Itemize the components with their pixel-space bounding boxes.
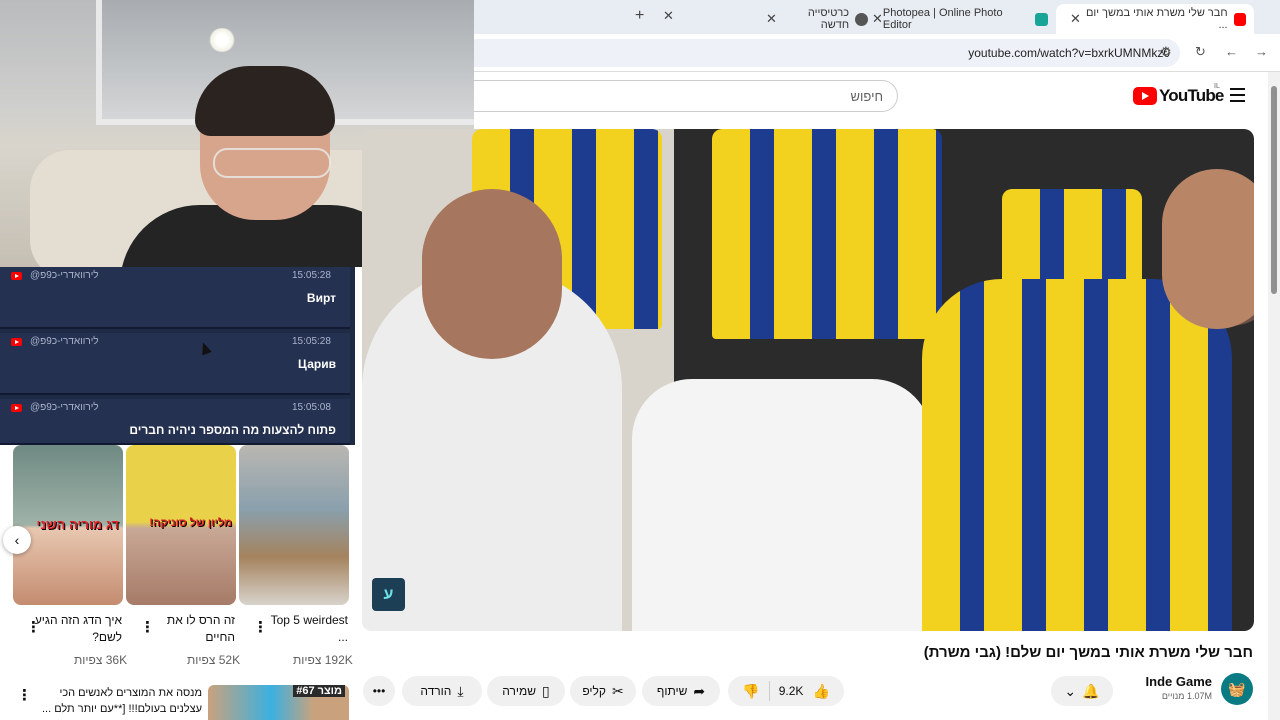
clip-label: קליפ <box>582 684 606 698</box>
youtube-play-icon <box>1133 87 1157 105</box>
chat-message: @לירוואדרי-כ9פ 15:05:28 Царив <box>0 333 350 395</box>
chat-message: @לירוואדרי-כ9פ 15:05:28 Вирт <box>0 267 350 329</box>
recommendation-thumbnail[interactable]: מוצר #67 <box>208 685 349 720</box>
divider <box>768 681 770 701</box>
youtube-icon <box>11 272 22 280</box>
tab-label: כרטיסייה חדשה <box>807 7 850 31</box>
clip-button[interactable]: קליפ ✂ <box>570 676 636 706</box>
thumbnail-caption: מוצר #67 <box>293 685 345 697</box>
like-icon[interactable]: 👍 <box>813 683 830 700</box>
youtube-logo[interactable]: YouTube IL <box>1133 83 1224 106</box>
chevron-down-icon: ⌄ <box>1064 682 1077 699</box>
channel-watermark[interactable]: ע <box>372 578 405 611</box>
yellow-jersey-held <box>922 279 1232 631</box>
person-left-face <box>422 189 562 359</box>
video-player[interactable] <box>362 129 1254 631</box>
more-icon: ••• <box>372 684 386 698</box>
person-right-face <box>1162 169 1254 329</box>
channel-name[interactable]: Inde Game <box>1132 674 1212 689</box>
chat-overlay: @לירוואדרי-כ9פ 15:05:28 Вирт @לירוואדרי-… <box>0 267 355 445</box>
chat-timestamp: 15:05:28 <box>292 336 331 347</box>
kebab-menu-icon[interactable]: ⋮ <box>17 686 32 704</box>
like-dislike-group: 👎 9.2K 👍 <box>728 676 844 706</box>
reload-icon[interactable]: ↻ <box>1195 44 1206 60</box>
youtube-icon <box>1233 12 1246 26</box>
chat-username: @לירוואדרי-כ9פ <box>30 402 99 413</box>
chat-timestamp: 15:05:08 <box>292 402 331 413</box>
tab-youtube-video[interactable]: חבר שלי משרת אותי במשך יום ... ✕ <box>1056 4 1254 34</box>
white-jersey <box>632 379 932 631</box>
short-views: 52K צפיות <box>187 653 241 667</box>
back-icon[interactable]: ← <box>1225 44 1238 59</box>
short-title[interactable]: Top 5 weirdest ... <box>258 612 348 646</box>
tab-photopea[interactable]: Photopea | Online Photo Editor ✕ <box>858 4 1056 34</box>
more-actions-button[interactable]: ••• <box>363 676 395 706</box>
short-thumbnail[interactable] <box>239 445 349 605</box>
share-icon: ➦ <box>693 682 706 699</box>
like-count[interactable]: 9.2K <box>779 684 804 698</box>
youtube-icon <box>11 338 22 346</box>
thumbnail-caption: דג מוריה השני <box>36 517 119 532</box>
yellow-jersey-center <box>712 129 942 339</box>
tab-label: חבר שלי משרת אותי במשך יום ... <box>1085 7 1228 31</box>
save-label: שמירה <box>502 684 537 698</box>
chat-text: Царив <box>298 357 336 371</box>
channel-avatar[interactable]: 🧺 <box>1221 673 1253 705</box>
short-thumbnail[interactable]: דג מוריה השני <box>13 445 123 605</box>
short-thumbnail[interactable]: מליון של סוניקה! <box>126 445 236 605</box>
bookmark-icon: ▯ <box>542 682 550 699</box>
chat-text: Вирт <box>306 291 336 305</box>
close-tab-icon[interactable]: ✕ <box>866 11 883 27</box>
save-button[interactable]: שמירה ▯ <box>487 676 565 706</box>
video-title: חבר שלי משרת אותי במשך יום שלם! (גבי משר… <box>923 644 1253 661</box>
subscriber-count: 1.07M מנויים <box>1161 691 1212 701</box>
chat-username: @לירוואדרי-כ9פ <box>30 336 99 347</box>
menu-icon[interactable] <box>1230 88 1245 106</box>
scrollbar-thumb[interactable] <box>1271 86 1277 294</box>
bell-icon: 🔔 <box>1082 682 1100 699</box>
ceiling-lamp <box>208 28 236 52</box>
chat-text: פתוח להצעות מה המספר ניהיה חברים <box>129 423 336 437</box>
country-code: IL <box>1214 83 1220 90</box>
search-input[interactable]: חיפוש <box>851 89 883 104</box>
address-bar-row: youtube.com/watch?v=bxrkUMNMkz0 ⚙ ↻ ← → <box>474 34 1280 72</box>
search-box[interactable]: חיפוש <box>474 80 898 112</box>
chat-username: @לירוואדרי-כ9פ <box>30 270 99 281</box>
close-tab-icon[interactable]: ✕ <box>1064 11 1081 27</box>
scissors-icon: ✂ <box>611 682 624 699</box>
glasses <box>213 148 331 178</box>
tab-label: Photopea | Online Photo Editor <box>882 7 1003 31</box>
short-views: 192K צפיות <box>293 653 353 667</box>
short-views: 36K צפיות <box>74 653 128 667</box>
recommendation-title[interactable]: מנסה את המוצרים לאנשים הכי עצלנים בעולם!… <box>40 685 202 717</box>
photopea-icon <box>1035 12 1048 26</box>
kebab-menu-icon[interactable]: ⋮ <box>253 618 268 636</box>
youtube-icon <box>11 404 22 412</box>
browser-tab-bar: + ✕ כרטיסייה חדשה ✕ Photopea | Online Ph… <box>474 0 1280 34</box>
download-icon: ⤓ <box>457 682 464 699</box>
close-tab-icon[interactable]: ✕ <box>760 11 777 27</box>
person-hair <box>195 66 335 136</box>
kebab-menu-icon[interactable]: ⋮ <box>140 618 155 636</box>
chat-message: @לירוואדרי-כ9פ 15:05:08 פתוח להצעות מה ה… <box>0 399 350 445</box>
new-tab-button[interactable]: + <box>635 7 644 25</box>
forward-icon[interactable]: → <box>1255 44 1268 59</box>
dislike-icon[interactable]: 👎 <box>742 683 759 700</box>
channel-info[interactable]: Inde Game 1.07M מנויים <box>1132 674 1212 701</box>
chevron-left-icon[interactable]: ‹ <box>3 526 31 554</box>
close-tab-icon[interactable]: ✕ <box>663 8 674 24</box>
kebab-menu-icon[interactable]: ⋮ <box>26 618 41 636</box>
site-settings-icon[interactable]: ⚙ <box>1160 44 1172 60</box>
thumbnail-caption: מליון של סוניקה! <box>149 517 232 529</box>
share-label: שיתוף <box>656 684 688 698</box>
download-button[interactable]: הורדה ⤓ <box>402 676 482 706</box>
page-scrollbar[interactable] <box>1268 72 1280 720</box>
subscribed-button[interactable]: ⌄ 🔔 <box>1051 676 1113 706</box>
download-label: הורדה <box>420 684 452 698</box>
share-button[interactable]: שיתוף ➦ <box>642 676 720 706</box>
url-text[interactable]: youtube.com/watch?v=bxrkUMNMkz0 <box>968 46 1170 60</box>
short-title[interactable]: זה הרס לו את החיים <box>145 612 235 646</box>
chat-timestamp: 15:05:28 <box>292 270 331 281</box>
short-title[interactable]: איך הדג הזה הגיע לשם? <box>32 612 122 646</box>
